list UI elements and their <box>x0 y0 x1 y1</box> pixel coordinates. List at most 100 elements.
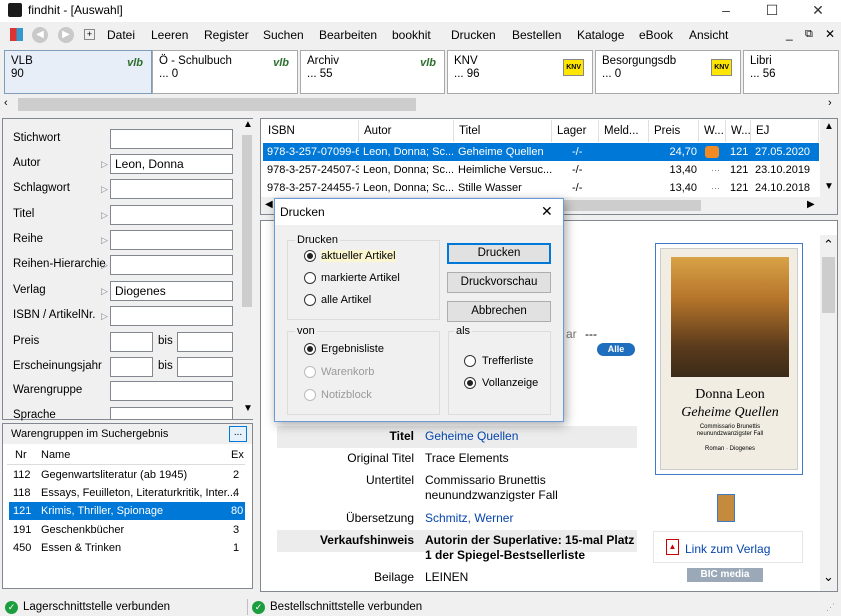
bic-media-logo[interactable]: BIC media <box>687 568 763 582</box>
table-row[interactable]: 978-3-257-07099-6 Leon, Donna; Sc... Geh… <box>263 143 819 161</box>
scroll-down-icon[interactable]: ▼ <box>243 403 253 414</box>
label-vollanzeige[interactable]: Vollanzeige <box>482 377 538 389</box>
col-autor[interactable]: Autor <box>359 120 454 142</box>
verlag-input[interactable]: Diogenes <box>110 281 233 301</box>
col-w1[interactable]: W... <box>699 120 726 142</box>
list-item[interactable]: 118 Essays, Feuilleton, Literaturkritik,… <box>9 484 245 502</box>
label-aktueller-artikel[interactable]: aktueller Artikel <box>321 250 396 262</box>
back-icon[interactable]: ◀ <box>32 27 48 43</box>
schlagwort-input[interactable] <box>110 179 233 199</box>
menu-datei[interactable]: Datei <box>107 28 135 42</box>
detail-vscrollbar[interactable]: ⌃ ⌄ <box>820 235 837 591</box>
radio-trefferliste[interactable] <box>464 355 476 367</box>
col-lager[interactable]: Lager <box>552 120 599 142</box>
scroll-up-icon[interactable]: ⌃ <box>823 237 834 253</box>
scroll-down-icon[interactable]: ▼ <box>824 181 834 192</box>
maximize-icon[interactable]: ☐ <box>749 0 795 22</box>
grid-icon[interactable] <box>10 28 23 41</box>
scroll-left-icon[interactable]: ◀ <box>265 199 273 210</box>
source-archiv[interactable]: Archiv ... 55 vlb <box>300 50 445 94</box>
source-schulbuch[interactable]: Ö - Schulbuch ... 0 vlb <box>152 50 298 94</box>
abbrechen-button[interactable]: Abbrechen <box>447 301 551 322</box>
label-alle-artikel[interactable]: alle Artikel <box>321 294 371 306</box>
reihen-hierarchie-input[interactable] <box>110 255 233 275</box>
radio-ergebnisliste[interactable] <box>304 343 316 355</box>
scroll-thumb[interactable] <box>242 135 252 307</box>
list-item[interactable]: 191 Geschenkbücher 3 <box>9 521 245 539</box>
expand-arrow-icon[interactable]: ▷ <box>101 235 108 246</box>
menu-bestellen[interactable]: Bestellen <box>512 28 561 42</box>
col-name[interactable]: Name <box>41 449 70 461</box>
list-item[interactable]: 450 Essen & Trinken 1 <box>9 539 245 557</box>
mdi-restore-icon[interactable]: ⧉ <box>805 28 813 41</box>
sprache-input[interactable] <box>110 407 233 419</box>
isbn-input[interactable] <box>110 306 233 326</box>
label-ergebnisliste[interactable]: Ergebnisliste <box>321 343 384 355</box>
radio-markierte-artikel[interactable] <box>304 272 316 284</box>
druckvorschau-button[interactable]: Druckvorschau <box>447 272 551 293</box>
col-w2[interactable]: W... <box>726 120 751 142</box>
col-ej[interactable]: EJ <box>751 120 819 142</box>
mdi-minimize-icon[interactable]: _ <box>786 27 793 41</box>
preis-from-input[interactable] <box>110 332 153 352</box>
menu-leeren[interactable]: Leeren <box>151 28 188 42</box>
value-uebersetzung[interactable]: Schmitz, Werner <box>425 511 513 525</box>
radio-vollanzeige[interactable] <box>464 377 476 389</box>
menu-drucken[interactable]: Drucken <box>451 28 496 42</box>
forward-icon[interactable]: ▶ <box>58 27 74 43</box>
col-titel[interactable]: Titel <box>454 120 552 142</box>
menu-ebook[interactable]: eBook <box>639 28 673 42</box>
value-titel[interactable]: Geheime Quellen <box>425 429 518 443</box>
col-isbn[interactable]: ISBN <box>263 120 359 142</box>
dialog-close-icon[interactable]: ✕ <box>541 203 553 220</box>
table-row[interactable]: 978-3-257-24507-3 Leon, Donna; Sc... Hei… <box>263 161 819 179</box>
col-ex[interactable]: Ex <box>231 449 244 461</box>
reihe-input[interactable] <box>110 230 233 250</box>
search-scrollbar[interactable]: ▲ ▼ <box>240 119 254 419</box>
minimize-icon[interactable]: – <box>703 0 749 22</box>
alle-badge[interactable]: Alle <box>597 343 635 356</box>
mdi-close-icon[interactable]: ✕ <box>825 27 835 41</box>
cover-thumbnail[interactable] <box>717 494 735 522</box>
link-zum-verlag[interactable]: Link zum Verlag <box>685 542 770 556</box>
titel-input[interactable] <box>110 205 233 225</box>
expand-arrow-icon[interactable]: ▷ <box>101 286 108 297</box>
scroll-right-icon[interactable]: › <box>828 97 832 109</box>
list-item-selected[interactable]: 121 Krimis, Thriller, Spionage 80 <box>9 502 245 520</box>
source-knv[interactable]: KNV ... 96 KNV <box>447 50 593 94</box>
expand-arrow-icon[interactable]: ▷ <box>101 184 108 195</box>
scroll-right-icon[interactable]: ▶ <box>807 199 815 210</box>
table-row[interactable]: 978-3-257-24455-7 Leon, Donna; Sc... Sti… <box>263 179 819 197</box>
warengruppe-input[interactable] <box>110 381 233 401</box>
col-meld[interactable]: Meld... <box>599 120 649 142</box>
scroll-up-icon[interactable]: ▲ <box>243 119 253 130</box>
scroll-down-icon[interactable]: ⌄ <box>823 569 834 585</box>
radio-aktueller-artikel[interactable] <box>304 250 316 262</box>
drucken-button[interactable]: Drucken <box>447 243 551 264</box>
menu-ansicht[interactable]: Ansicht <box>689 28 728 42</box>
expand-icon[interactable]: + <box>84 29 95 40</box>
radio-alle-artikel[interactable] <box>304 294 316 306</box>
list-item[interactable]: 112 Gegenwartsliteratur (ab 1945) 2 <box>9 466 245 484</box>
jahr-to-input[interactable] <box>177 357 233 377</box>
menu-bookhit[interactable]: bookhit <box>392 28 431 42</box>
resize-grip-icon[interactable]: ⋰ <box>826 602 835 613</box>
close-icon[interactable]: ✕ <box>795 0 841 22</box>
preis-to-input[interactable] <box>177 332 233 352</box>
expand-arrow-icon[interactable]: ▷ <box>101 260 108 271</box>
expand-arrow-icon[interactable]: ▷ <box>101 210 108 221</box>
source-libri[interactable]: Libri ... 56 <box>743 50 839 94</box>
menu-suchen[interactable]: Suchen <box>263 28 304 42</box>
scroll-up-icon[interactable]: ▲ <box>824 121 834 132</box>
source-besorgungsdb[interactable]: Besorgungsdb ... 0 KNV <box>595 50 741 94</box>
source-vlb[interactable]: VLB 90 vlb <box>4 50 152 94</box>
label-trefferliste[interactable]: Trefferliste <box>482 355 533 367</box>
cover-frame[interactable]: Donna Leon Geheime Quellen Commissario B… <box>655 243 803 475</box>
sources-scrollbar[interactable]: ‹ › <box>0 96 841 113</box>
verlag-link-box[interactable]: ▲ Link zum Verlag <box>653 531 803 563</box>
warengruppen-browse-button[interactable]: ... <box>229 426 247 442</box>
expand-arrow-icon[interactable]: ▷ <box>101 311 108 322</box>
menu-kataloge[interactable]: Kataloge <box>577 28 624 42</box>
col-nr[interactable]: Nr <box>15 449 27 461</box>
col-preis[interactable]: Preis <box>649 120 699 142</box>
